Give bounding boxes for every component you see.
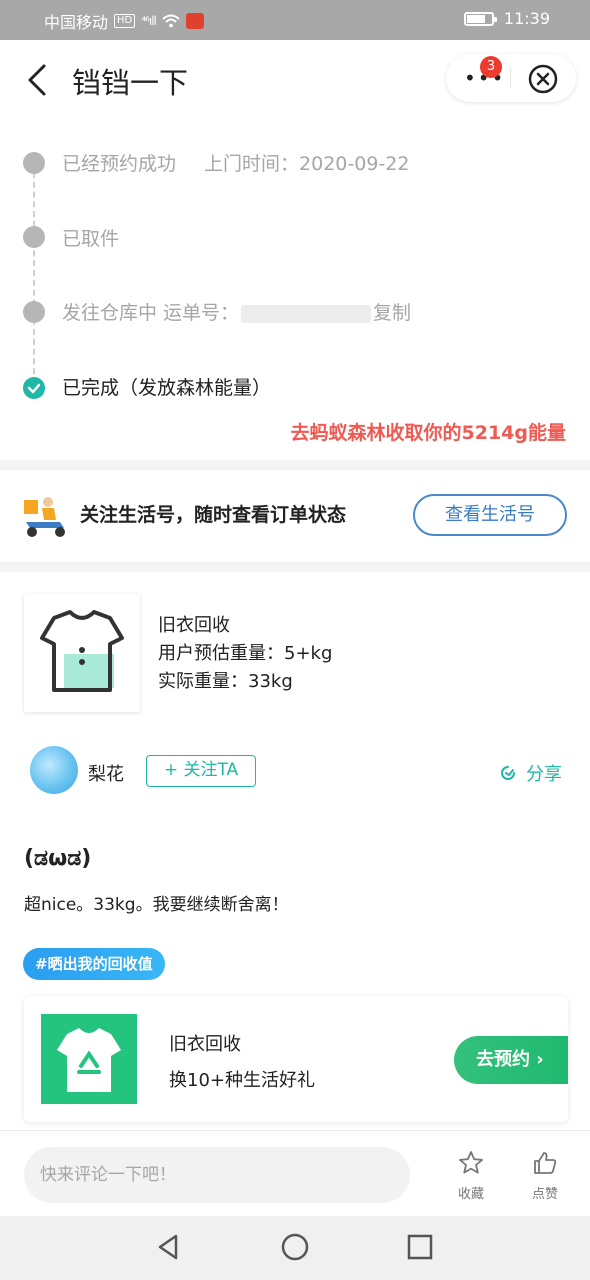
tracking-number-blurred: [241, 304, 372, 323]
step-label: 已取件: [62, 228, 120, 250]
comment-bar: 快来评论一下吧！ 收藏 点赞: [0, 1130, 590, 1216]
comment-input[interactable]: 快来评论一下吧！: [24, 1147, 410, 1203]
capsule-divider: [510, 68, 511, 88]
avatar[interactable]: [30, 746, 78, 794]
back-arrow-icon[interactable]: [24, 62, 50, 98]
step-label: 已经预约成功: [62, 153, 177, 175]
promo-subtitle: 换10+种生活好礼: [169, 1070, 315, 1091]
close-icon[interactable]: [528, 64, 558, 94]
share-label: 分享: [526, 764, 562, 785]
recents-square-icon[interactable]: [405, 1232, 435, 1262]
more-badge: 3: [480, 56, 502, 78]
like-label: 点赞: [531, 1187, 558, 1202]
page-title: 铛铛一下: [72, 66, 189, 100]
promo-thumbnail: [41, 1014, 137, 1104]
favorite-label: 收藏: [457, 1187, 484, 1202]
follow-banner: 关注生活号，随时查看订单状态 查看生活号: [0, 470, 590, 562]
timeline-dot: [23, 226, 45, 248]
timeline-step-current: 已完成（发放森林能量）: [62, 373, 271, 400]
courier-scooter-icon: [24, 497, 65, 537]
tshirt-icon: [40, 610, 124, 692]
carrier-label: 中国移动: [44, 13, 109, 32]
thumbs-up-icon: [534, 1152, 557, 1174]
wifi-icon: [162, 14, 180, 28]
item-name: 旧衣回收: [158, 615, 230, 636]
recycle-tshirt-icon: [57, 1028, 121, 1092]
recycle-item-card: 旧衣回收 用户预估重量：5+kg 实际重量：33kg: [0, 572, 590, 712]
item-thumbnail: [24, 594, 140, 712]
view-life-account-button[interactable]: 查看生活号: [413, 494, 567, 536]
order-timeline: 已经预约成功 上门时间：2020-09-22 已取件 发往仓库中 运单号： 复制 已…: [0, 120, 590, 460]
forest-energy-link[interactable]: 去蚂蚁森林收取你的5214g能量: [291, 418, 566, 445]
promo-card: 旧衣回收 换10+种生活好礼 去预约 ›: [24, 996, 568, 1122]
step-label: 已完成（发放森林能量）: [62, 377, 272, 399]
like-button[interactable]: 点赞: [520, 1149, 570, 1202]
user-name[interactable]: 梨花: [88, 760, 124, 786]
system-nav-bar: [0, 1216, 590, 1280]
actual-weight: 实际重量：33kg: [158, 671, 293, 692]
share-icon: [501, 766, 515, 780]
favorite-button[interactable]: 收藏: [446, 1149, 496, 1202]
follow-banner-text: 关注生活号，随时查看订单状态: [80, 504, 347, 526]
battery-icon: [463, 11, 497, 26]
follow-user-button[interactable]: + 关注TA: [146, 755, 256, 787]
pickup-time: 上门时间：2020-09-22: [204, 153, 410, 175]
timeline-step: 已经预约成功 上门时间：2020-09-22: [62, 149, 409, 176]
book-now-button[interactable]: 去预约 ›: [454, 1036, 568, 1084]
timeline-step: 发往仓库中 运单号： 复制: [62, 298, 411, 325]
post-title: (ಡωಡ): [24, 846, 92, 871]
check-icon: [23, 377, 45, 399]
app-notification-icon: [185, 13, 204, 29]
topic-tag[interactable]: #晒出我的回收值: [23, 948, 165, 980]
hd-icon: HD: [114, 14, 136, 28]
nav-bar: 铛铛一下 ••• 3: [0, 40, 590, 120]
status-bar: 中国移动 HD ⁴⁶ıll 11:39: [0, 0, 590, 40]
post-body: 超nice。33kg。我要继续断舍离！: [24, 895, 289, 915]
star-icon: [459, 1151, 483, 1174]
section-divider: [0, 460, 590, 470]
section-divider: [0, 562, 590, 572]
mini-program-capsule: ••• 3: [446, 54, 576, 102]
estimated-weight: 用户预估重量：5+kg: [158, 643, 333, 664]
timeline-dot: [23, 152, 45, 174]
step-label: 发往仓库中 运单号：: [62, 302, 240, 324]
share-button[interactable]: 分享: [498, 760, 562, 786]
timeline-line: [33, 162, 35, 384]
signal-icon: ⁴⁶ıll: [141, 14, 157, 28]
copy-link[interactable]: 复制: [373, 302, 411, 324]
timeline-step: 已取件: [62, 224, 119, 251]
clock: 11:39: [503, 9, 550, 28]
timeline-dot: [23, 301, 45, 323]
home-circle-icon[interactable]: [280, 1232, 310, 1262]
promo-title: 旧衣回收: [169, 1034, 241, 1055]
author-row: 梨花 + 关注TA 分享: [0, 740, 590, 800]
back-triangle-icon[interactable]: [154, 1232, 184, 1262]
